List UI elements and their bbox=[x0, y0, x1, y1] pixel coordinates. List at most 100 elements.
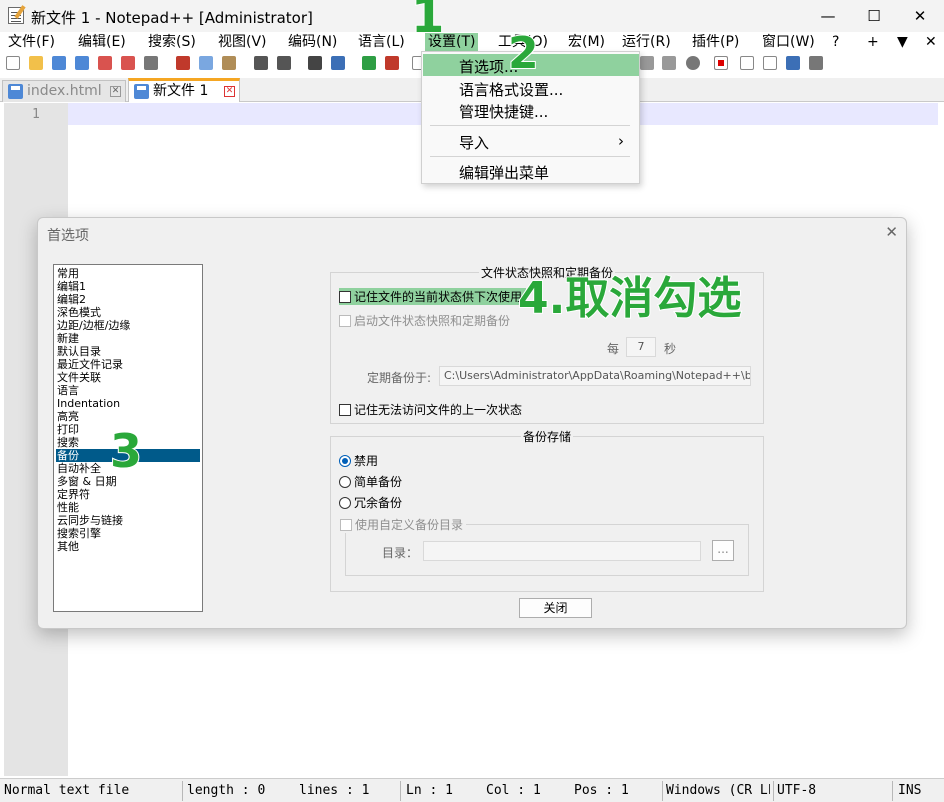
remember-inaccessible-checkbox[interactable]: 记住无法访问文件的上一次状态 bbox=[339, 401, 522, 418]
category-item[interactable]: 其他 bbox=[56, 540, 200, 553]
category-item[interactable]: 文件关联 bbox=[56, 371, 200, 384]
monitor-icon[interactable] bbox=[686, 56, 700, 70]
close-all-icon[interactable] bbox=[121, 56, 135, 70]
checkbox-box[interactable] bbox=[340, 519, 352, 531]
cut-icon[interactable] bbox=[176, 56, 190, 70]
status-separator bbox=[182, 781, 183, 801]
category-item[interactable]: 高亮 bbox=[56, 410, 200, 423]
tab-index-html[interactable]: index.html ✕ bbox=[2, 80, 126, 102]
stop-macro-icon[interactable] bbox=[740, 56, 754, 70]
save-macro-icon[interactable] bbox=[809, 56, 823, 70]
category-item[interactable]: 编辑2 bbox=[56, 293, 200, 306]
add-tab-button[interactable]: + bbox=[867, 33, 879, 51]
undo-icon[interactable] bbox=[254, 56, 268, 70]
backup-path-field[interactable]: C:\Users\Administrator\AppData\Roaming\N… bbox=[439, 366, 751, 386]
enable-snapshot-checkbox[interactable]: 启动文件状态快照和定期备份 bbox=[339, 312, 510, 329]
status-separator bbox=[662, 781, 663, 801]
menu-shortcut-mapper[interactable]: 管理快捷键... bbox=[459, 101, 548, 122]
backup-none-radio[interactable]: 禁用 bbox=[339, 452, 378, 469]
menu-edit[interactable]: 编辑(E) bbox=[78, 33, 126, 51]
radio-unselected[interactable] bbox=[339, 476, 351, 488]
dialog-close-icon[interactable]: ✕ bbox=[885, 223, 898, 241]
category-item[interactable]: 云同步与链接 bbox=[56, 514, 200, 527]
saved-file-icon bbox=[8, 84, 23, 99]
dialog-title: 首选项 bbox=[47, 228, 89, 244]
category-item[interactable]: 最近文件记录 bbox=[56, 358, 200, 371]
category-item[interactable]: 默认目录 bbox=[56, 345, 200, 358]
function-list-icon[interactable] bbox=[662, 56, 676, 70]
radio-unselected[interactable] bbox=[339, 497, 351, 509]
menu-encoding[interactable]: 编码(N) bbox=[288, 33, 337, 51]
paste-icon[interactable] bbox=[222, 56, 236, 70]
menu-style-configurator[interactable]: 语言格式设置... bbox=[459, 79, 563, 100]
category-item[interactable]: 定界符 bbox=[56, 488, 200, 501]
status-encoding[interactable]: UTF-8 bbox=[777, 783, 816, 798]
zoom-in-icon[interactable] bbox=[362, 56, 376, 70]
print-icon[interactable] bbox=[144, 56, 158, 70]
run-macro-multiple-icon[interactable] bbox=[786, 56, 800, 70]
custom-dir-input[interactable] bbox=[423, 541, 701, 561]
category-item[interactable]: 编辑1 bbox=[56, 280, 200, 293]
menu-window[interactable]: 窗口(W) bbox=[762, 33, 815, 51]
checkbox-box[interactable] bbox=[339, 291, 351, 303]
doc-map-icon[interactable] bbox=[640, 56, 654, 70]
close-window-button[interactable]: ✕ bbox=[904, 4, 936, 28]
copy-icon[interactable] bbox=[199, 56, 213, 70]
menu-view[interactable]: 视图(V) bbox=[218, 33, 267, 51]
browse-button[interactable]: ... bbox=[712, 540, 734, 561]
status-eol[interactable]: Windows (CR LF) bbox=[666, 783, 770, 798]
tab-new-file-1[interactable]: 新文件 1 ✕ bbox=[128, 78, 240, 102]
dialog-close-button[interactable]: 关闭 bbox=[519, 598, 592, 618]
menu-macro[interactable]: 宏(M) bbox=[568, 33, 605, 51]
find-icon[interactable] bbox=[308, 56, 322, 70]
menu-language[interactable]: 语言(L) bbox=[358, 33, 405, 51]
category-item[interactable]: 新建 bbox=[56, 332, 200, 345]
checkbox-box[interactable] bbox=[339, 315, 351, 327]
category-item[interactable]: 性能 bbox=[56, 501, 200, 514]
record-macro-icon[interactable] bbox=[714, 56, 728, 70]
category-item[interactable]: 语言 bbox=[56, 384, 200, 397]
category-item[interactable]: 常用 bbox=[56, 267, 200, 280]
checkbox-box[interactable] bbox=[339, 404, 351, 416]
menu-edit-popup-menu[interactable]: 编辑弹出菜单 bbox=[459, 162, 549, 183]
remember-session-checkbox[interactable]: 记住文件的当前状态供下次使用 bbox=[339, 288, 527, 305]
replace-icon[interactable] bbox=[331, 56, 345, 70]
save-all-icon[interactable] bbox=[75, 56, 89, 70]
interval-seconds-input[interactable]: 7 bbox=[626, 337, 656, 357]
backup-simple-radio[interactable]: 简单备份 bbox=[339, 473, 402, 490]
backup-verbose-radio[interactable]: 冗余备份 bbox=[339, 494, 402, 511]
menu-plugins[interactable]: 插件(P) bbox=[692, 33, 739, 51]
status-col: Col : 1 bbox=[486, 783, 541, 798]
menu-run[interactable]: 运行(R) bbox=[622, 33, 671, 51]
status-file-type: Normal text file bbox=[4, 783, 130, 798]
radio-selected[interactable] bbox=[339, 455, 351, 467]
title-bar: 新文件 1 - Notepad++ [Administrator] — ☐ ✕ bbox=[0, 0, 944, 32]
status-separator bbox=[400, 781, 401, 801]
category-item[interactable]: Indentation bbox=[56, 397, 200, 410]
maximize-button[interactable]: ☐ bbox=[858, 4, 890, 28]
close-tab-icon[interactable]: ✕ bbox=[110, 86, 121, 97]
menu-help[interactable]: ? bbox=[832, 33, 839, 51]
new-file-icon[interactable] bbox=[6, 56, 20, 70]
close-file-icon[interactable] bbox=[98, 56, 112, 70]
menu-file[interactable]: 文件(F) bbox=[8, 33, 55, 51]
minimize-button[interactable]: — bbox=[812, 4, 844, 28]
custom-dir-checkbox[interactable]: 使用自定义备份目录 bbox=[340, 516, 467, 533]
menu-bar: 文件(F) 编辑(E) 搜索(S) 视图(V) 编码(N) 语言(L) 设置(T… bbox=[0, 32, 944, 52]
checkbox-label: 记住无法访问文件的上一次状态 bbox=[354, 403, 523, 417]
redo-icon[interactable] bbox=[277, 56, 291, 70]
open-file-icon[interactable] bbox=[29, 56, 43, 70]
menu-import[interactable]: 导入 bbox=[459, 132, 489, 153]
play-macro-icon[interactable] bbox=[763, 56, 777, 70]
zoom-out-icon[interactable] bbox=[385, 56, 399, 70]
close-doc-button[interactable]: ✕ bbox=[925, 33, 937, 51]
save-icon[interactable] bbox=[52, 56, 66, 70]
close-tab-icon[interactable]: ✕ bbox=[224, 86, 235, 97]
category-item[interactable]: 深色模式 bbox=[56, 306, 200, 319]
dir-label: 目录： bbox=[382, 546, 419, 560]
menu-search[interactable]: 搜索(S) bbox=[148, 33, 196, 51]
tab-list-dropdown[interactable]: ▼ bbox=[897, 33, 908, 51]
category-item[interactable]: 搜索引擎 bbox=[56, 527, 200, 540]
category-item[interactable]: 边距/边框/边缘 bbox=[56, 319, 200, 332]
status-bar: Normal text file length : 0 lines : 1 Ln… bbox=[0, 778, 944, 802]
